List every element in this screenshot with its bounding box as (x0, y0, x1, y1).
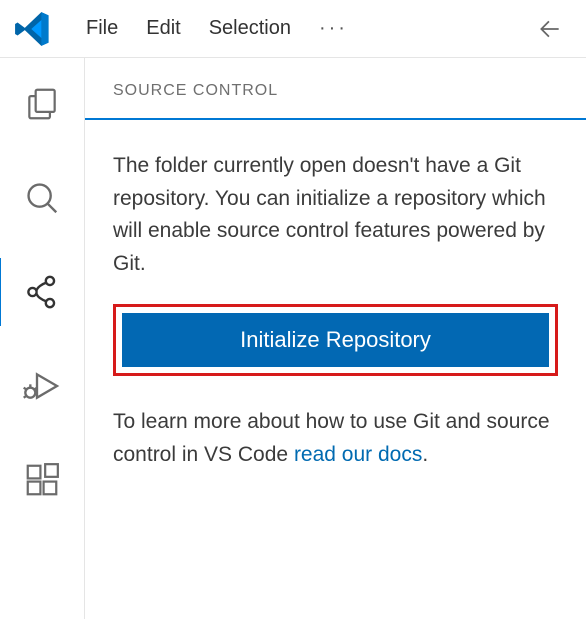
initialize-repository-button[interactable]: Initialize Repository (122, 313, 549, 367)
titlebar: File Edit Selection ··· (0, 0, 586, 58)
search-icon[interactable] (14, 170, 70, 226)
learn-more-text: To learn more about how to use Git and s… (113, 406, 558, 471)
sidebar: SOURCE CONTROL The folder currently open… (84, 58, 586, 619)
menu-file[interactable]: File (72, 11, 132, 46)
read-docs-link[interactable]: read our docs (294, 443, 422, 466)
highlight-annotation: Initialize Repository (113, 304, 558, 376)
menu-overflow-icon[interactable]: ··· (305, 11, 362, 46)
source-control-icon[interactable] (14, 264, 70, 320)
extensions-icon[interactable] (14, 452, 70, 508)
menubar: File Edit Selection ··· (72, 11, 528, 46)
workbench: SOURCE CONTROL The folder currently open… (0, 58, 586, 619)
sidebar-title: SOURCE CONTROL (85, 82, 586, 118)
learn-suffix: . (422, 443, 428, 466)
source-control-panel: The folder currently open doesn't have a… (85, 118, 586, 619)
intro-text: The folder currently open doesn't have a… (113, 150, 558, 280)
run-debug-icon[interactable] (14, 358, 70, 414)
back-arrow-icon[interactable] (528, 16, 572, 42)
vscode-logo-icon (14, 11, 50, 47)
menu-edit[interactable]: Edit (132, 11, 194, 46)
menu-selection[interactable]: Selection (195, 11, 305, 46)
activitybar (0, 58, 84, 619)
explorer-icon[interactable] (14, 76, 70, 132)
